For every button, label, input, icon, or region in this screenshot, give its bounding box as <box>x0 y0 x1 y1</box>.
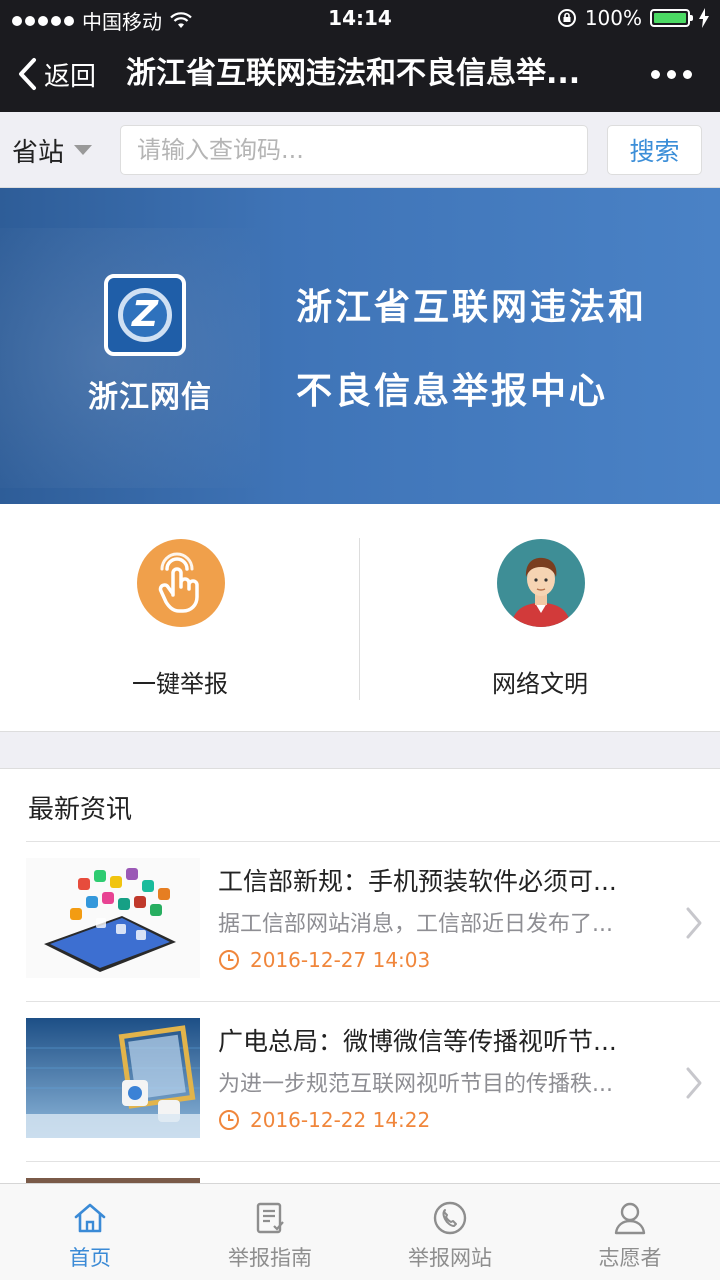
chevron-right-icon <box>686 907 702 939</box>
quick-action-label: 网络文明 <box>492 670 588 698</box>
news-item-partial[interactable] <box>26 1161 720 1183</box>
quick-action-label: 一键举报 <box>132 670 228 698</box>
tab-report-guide[interactable]: 举报指南 <box>180 1184 360 1280</box>
page-title: 浙江省互联网违法和不良信息举... <box>126 56 581 91</box>
nav-bar: 返回 浙江省互联网违法和不良信息举... <box>0 36 720 112</box>
news-section: 最新资讯 工信部新规：手机预装软件必须可... 据工信部网站消息，工信部近日发布… <box>0 768 720 1183</box>
tab-volunteer[interactable]: 志愿者 <box>540 1184 720 1280</box>
triangle-down-icon <box>74 145 93 155</box>
chevron-left-icon <box>19 58 36 90</box>
tab-bar: 首页 举报指南 举报网站 志愿者 <box>0 1183 720 1280</box>
person-avatar-icon <box>497 539 585 627</box>
status-right: 100% <box>557 6 710 30</box>
tab-label: 举报网站 <box>408 1246 492 1270</box>
news-summary: 为进一步规范互联网视听节目的传播秩... <box>218 1072 613 1097</box>
province-dropdown[interactable]: 省站 <box>12 112 93 188</box>
quick-action-civility[interactable]: 网络文明 <box>360 504 720 732</box>
banner-background-texture <box>0 228 260 488</box>
tab-report-sites[interactable]: 举报网站 <box>360 1184 540 1280</box>
quick-action-report[interactable]: 一键举报 <box>0 504 360 732</box>
news-time: 2016-12-27 14:03 <box>218 948 430 972</box>
logo-text: 浙江网信 <box>88 380 212 415</box>
news-time-text: 2016-12-27 14:03 <box>250 948 431 972</box>
tab-label: 首页 <box>69 1246 111 1270</box>
news-summary: 据工信部网站消息，工信部近日发布了... <box>218 912 613 937</box>
search-input[interactable] <box>120 125 588 175</box>
battery-icon <box>650 9 693 27</box>
news-time: 2016-12-22 14:22 <box>218 1108 430 1132</box>
news-heading: 最新资讯 <box>28 795 133 825</box>
clock-icon <box>219 950 239 970</box>
banner-title-line2: 不良信息举报中心 <box>296 371 609 412</box>
back-button[interactable]: 返回 <box>16 36 96 112</box>
search-button[interactable]: 搜索 <box>607 125 702 175</box>
tab-label: 举报指南 <box>228 1246 312 1270</box>
clock-icon <box>219 1110 239 1130</box>
charging-bolt-icon <box>699 8 709 28</box>
guide-document-icon <box>256 1202 284 1234</box>
rotation-lock-icon <box>557 9 576 27</box>
news-title: 广电总局：微博微信等传播视听节... <box>218 1027 617 1056</box>
news-time-text: 2016-12-22 14:22 <box>250 1108 431 1132</box>
more-dots-icon[interactable] <box>651 36 692 112</box>
zhejiang-wangxin-logo-icon: Z <box>104 274 186 356</box>
banner-title-line1: 浙江省互联网违法和 <box>296 287 648 328</box>
quick-actions: 一键举报 网络文明 <box>0 504 720 732</box>
user-icon <box>614 1202 646 1235</box>
phone-call-icon <box>433 1201 467 1235</box>
search-row: 省站 搜索 <box>0 112 720 188</box>
tap-hand-icon <box>137 539 225 627</box>
tab-label: 志愿者 <box>598 1246 662 1270</box>
news-thumbnail-phone-apps <box>26 858 200 978</box>
banner[interactable]: Z <box>0 188 720 504</box>
battery-percent: 100% <box>584 6 642 30</box>
tab-home[interactable]: 首页 <box>0 1184 180 1280</box>
news-title: 工信部新规：手机预装软件必须可... <box>218 867 617 896</box>
status-bar: 中国移动 14:14 100% <box>0 0 720 36</box>
chevron-right-icon <box>686 1067 702 1099</box>
home-icon <box>74 1203 106 1233</box>
news-item[interactable]: 工信部新规：手机预装软件必须可... 据工信部网站消息，工信部近日发布了... … <box>26 841 720 1001</box>
province-label: 省站 <box>12 137 65 168</box>
news-item[interactable]: 广电总局：微博微信等传播视听节... 为进一步规范互联网视听节目的传播秩... … <box>26 1001 720 1161</box>
back-label: 返回 <box>44 61 97 92</box>
news-thumbnail-media-frames <box>26 1018 200 1138</box>
